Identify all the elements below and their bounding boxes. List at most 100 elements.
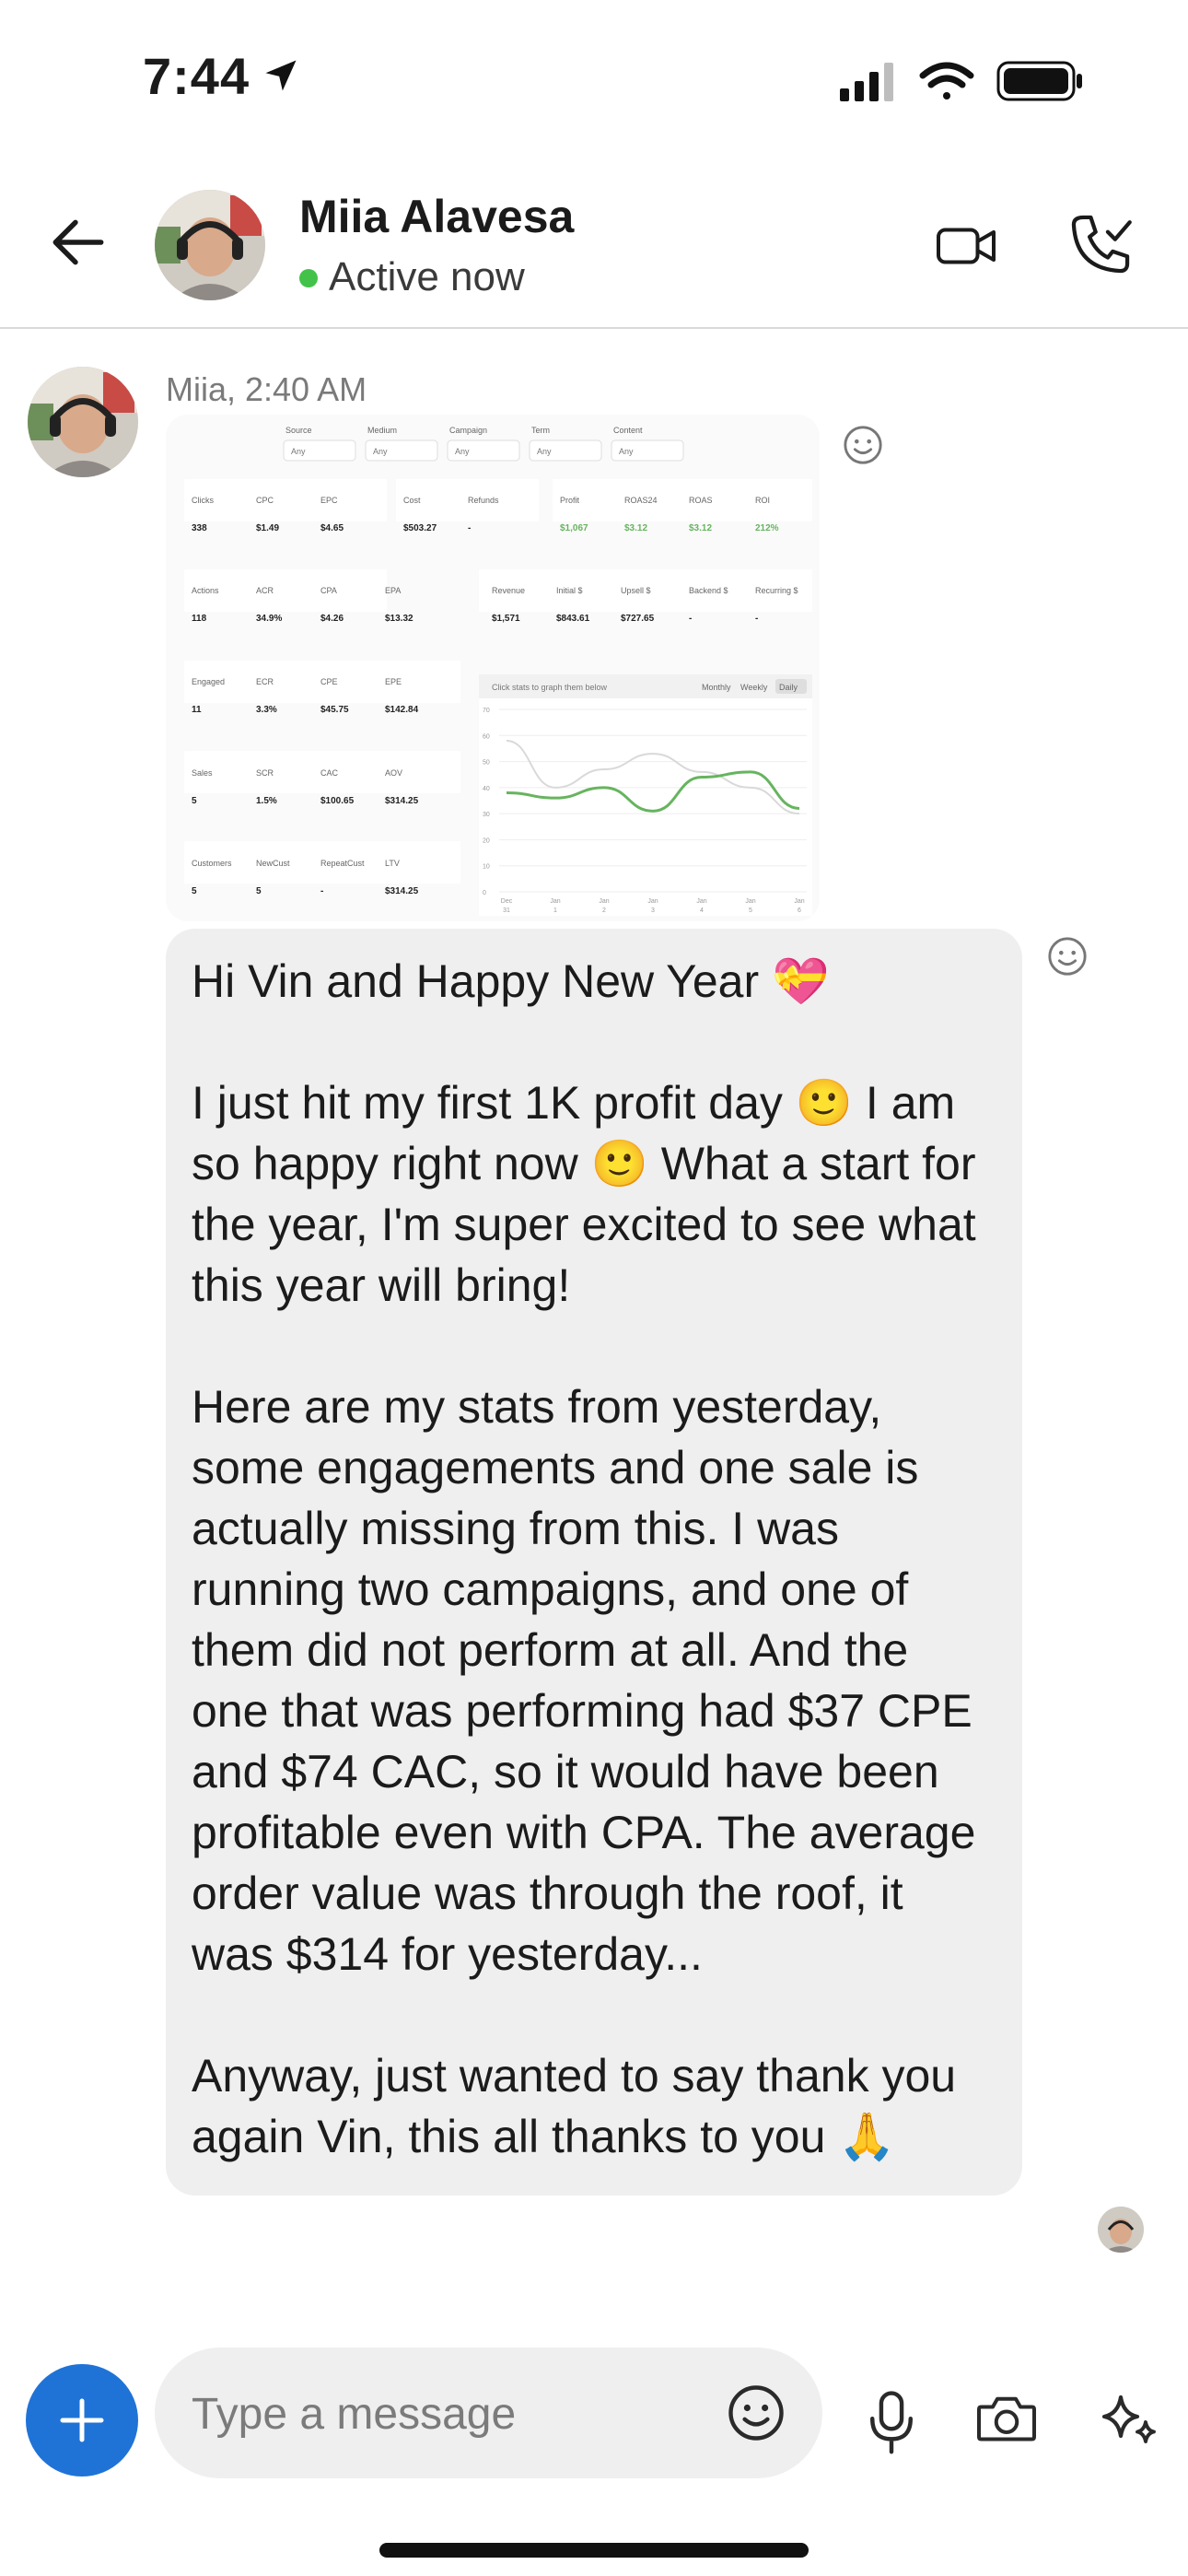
stat-value: 11	[192, 705, 202, 715]
x-tick-label: 31	[503, 907, 510, 914]
x-tick-label: Jan	[696, 898, 706, 905]
stat-label: ROAS24	[624, 496, 658, 505]
filter-label: Content	[613, 426, 643, 435]
filter-value: Any	[373, 447, 388, 456]
stat-label: Upsell $	[621, 586, 651, 595]
add-attachment-button[interactable]	[26, 2364, 138, 2476]
stat-label: Customers	[192, 859, 232, 868]
filter-value: Any	[291, 447, 306, 456]
read-receipt-avatar	[1098, 2207, 1144, 2253]
stat-value: $843.61	[556, 614, 590, 624]
cellular-signal-icon	[840, 63, 893, 101]
message-paragraph: Anyway, just wanted to say thank you aga…	[192, 2050, 957, 2162]
stat-value: $1,067	[560, 523, 588, 533]
message-input[interactable]	[192, 2384, 707, 2443]
stat-value: 338	[192, 523, 207, 533]
y-tick-label: 70	[483, 708, 490, 714]
stat-value: $314.25	[385, 796, 419, 806]
y-tick-label: 20	[483, 837, 490, 844]
stat-value: $1.49	[256, 523, 279, 533]
filter-label: Campaign	[449, 426, 487, 435]
stat-label: Profit	[560, 496, 580, 505]
stat-label: CAC	[320, 768, 339, 778]
sparkle-icon[interactable]	[1096, 2386, 1162, 2453]
stat-value: 3.3%	[256, 705, 277, 715]
stat-value: -	[468, 523, 471, 533]
stat-value: 212%	[755, 523, 779, 533]
y-tick-label: 40	[483, 786, 490, 792]
plus-icon	[60, 2398, 104, 2442]
graph-hint: Click stats to graph them below	[492, 683, 608, 692]
stat-value: -	[689, 614, 692, 624]
presence-indicator	[299, 269, 318, 287]
header-divider	[0, 327, 1188, 329]
react-emoji-icon[interactable]	[842, 424, 884, 466]
stat-card	[553, 479, 812, 521]
stat-label: CPC	[256, 496, 274, 505]
message-paragraph: I just hit my first 1K profit day 🙂 I am…	[192, 1077, 976, 1311]
stat-value: -	[320, 886, 323, 896]
stat-label: RepeatCust	[320, 859, 365, 868]
filter-label: Term	[531, 426, 550, 435]
filter-value: Any	[619, 447, 634, 456]
x-tick-label: 2	[602, 907, 606, 914]
battery-icon	[996, 61, 1082, 101]
stat-value: $3.12	[689, 523, 712, 533]
stat-value: $3.12	[624, 523, 647, 533]
y-tick-label: 30	[483, 812, 490, 818]
camera-icon[interactable]	[974, 2390, 1039, 2447]
stat-value: 34.9%	[256, 614, 282, 624]
y-tick-label: 60	[483, 733, 490, 740]
stat-label: EPE	[385, 677, 402, 686]
back-arrow-icon[interactable]	[44, 208, 112, 276]
filter-value: Any	[455, 447, 470, 456]
stat-card	[184, 479, 387, 521]
stat-label: Recurring $	[755, 586, 798, 595]
location-arrow-icon	[265, 60, 297, 91]
x-tick-label: 1	[553, 907, 557, 914]
stat-label: Initial $	[556, 586, 583, 595]
period-option: Weekly	[740, 683, 768, 692]
stat-value: 118	[192, 614, 207, 624]
stat-label: Refunds	[468, 496, 499, 505]
stat-value: 5	[192, 796, 197, 806]
stat-label: ECR	[256, 677, 274, 686]
x-tick-label: Jan	[599, 898, 609, 905]
y-tick-label: 10	[483, 864, 490, 871]
stat-label: ROI	[755, 496, 770, 505]
y-tick-label: 50	[483, 760, 490, 767]
stat-label: SCR	[256, 768, 274, 778]
contact-avatar[interactable]	[155, 190, 265, 300]
y-tick-label: 0	[483, 890, 486, 896]
x-tick-label: Jan	[647, 898, 658, 905]
x-tick-label: Dec	[501, 898, 513, 905]
stat-value: $503.27	[403, 523, 437, 533]
x-tick-label: 3	[651, 907, 655, 914]
contact-name[interactable]: Miia Alavesa	[299, 190, 574, 243]
stat-label: NewCust	[256, 859, 290, 868]
stat-label: EPC	[320, 496, 338, 505]
message-sender-time: Miia, 2:40 AM	[166, 370, 367, 408]
stat-label: AOV	[385, 768, 402, 778]
stat-value: $13.32	[385, 614, 413, 624]
react-emoji-icon[interactable]	[1046, 935, 1089, 978]
stat-value: -	[755, 614, 758, 624]
stat-value: $4.26	[320, 614, 344, 624]
x-tick-label: Jan	[550, 898, 560, 905]
video-call-icon[interactable]	[934, 214, 998, 278]
stat-value: 1.5%	[256, 796, 277, 806]
stat-label: LTV	[385, 859, 400, 868]
stat-value: 5	[256, 886, 262, 896]
x-tick-label: Jan	[794, 898, 804, 905]
phone-call-icon[interactable]	[1066, 210, 1135, 278]
status-indicators	[840, 61, 1082, 101]
stat-value: $727.65	[621, 614, 655, 624]
stat-label: CPE	[320, 677, 338, 686]
image-attachment[interactable]: Source Any Medium Any Campaign Any Term Any Cont…	[166, 415, 820, 921]
x-tick-label: 5	[749, 907, 752, 914]
stat-label: EPA	[385, 586, 401, 595]
microphone-icon[interactable]	[866, 2388, 917, 2454]
emoji-icon[interactable]	[726, 2383, 786, 2443]
status-time: 7:44	[143, 47, 250, 105]
sender-avatar[interactable]	[28, 367, 138, 477]
